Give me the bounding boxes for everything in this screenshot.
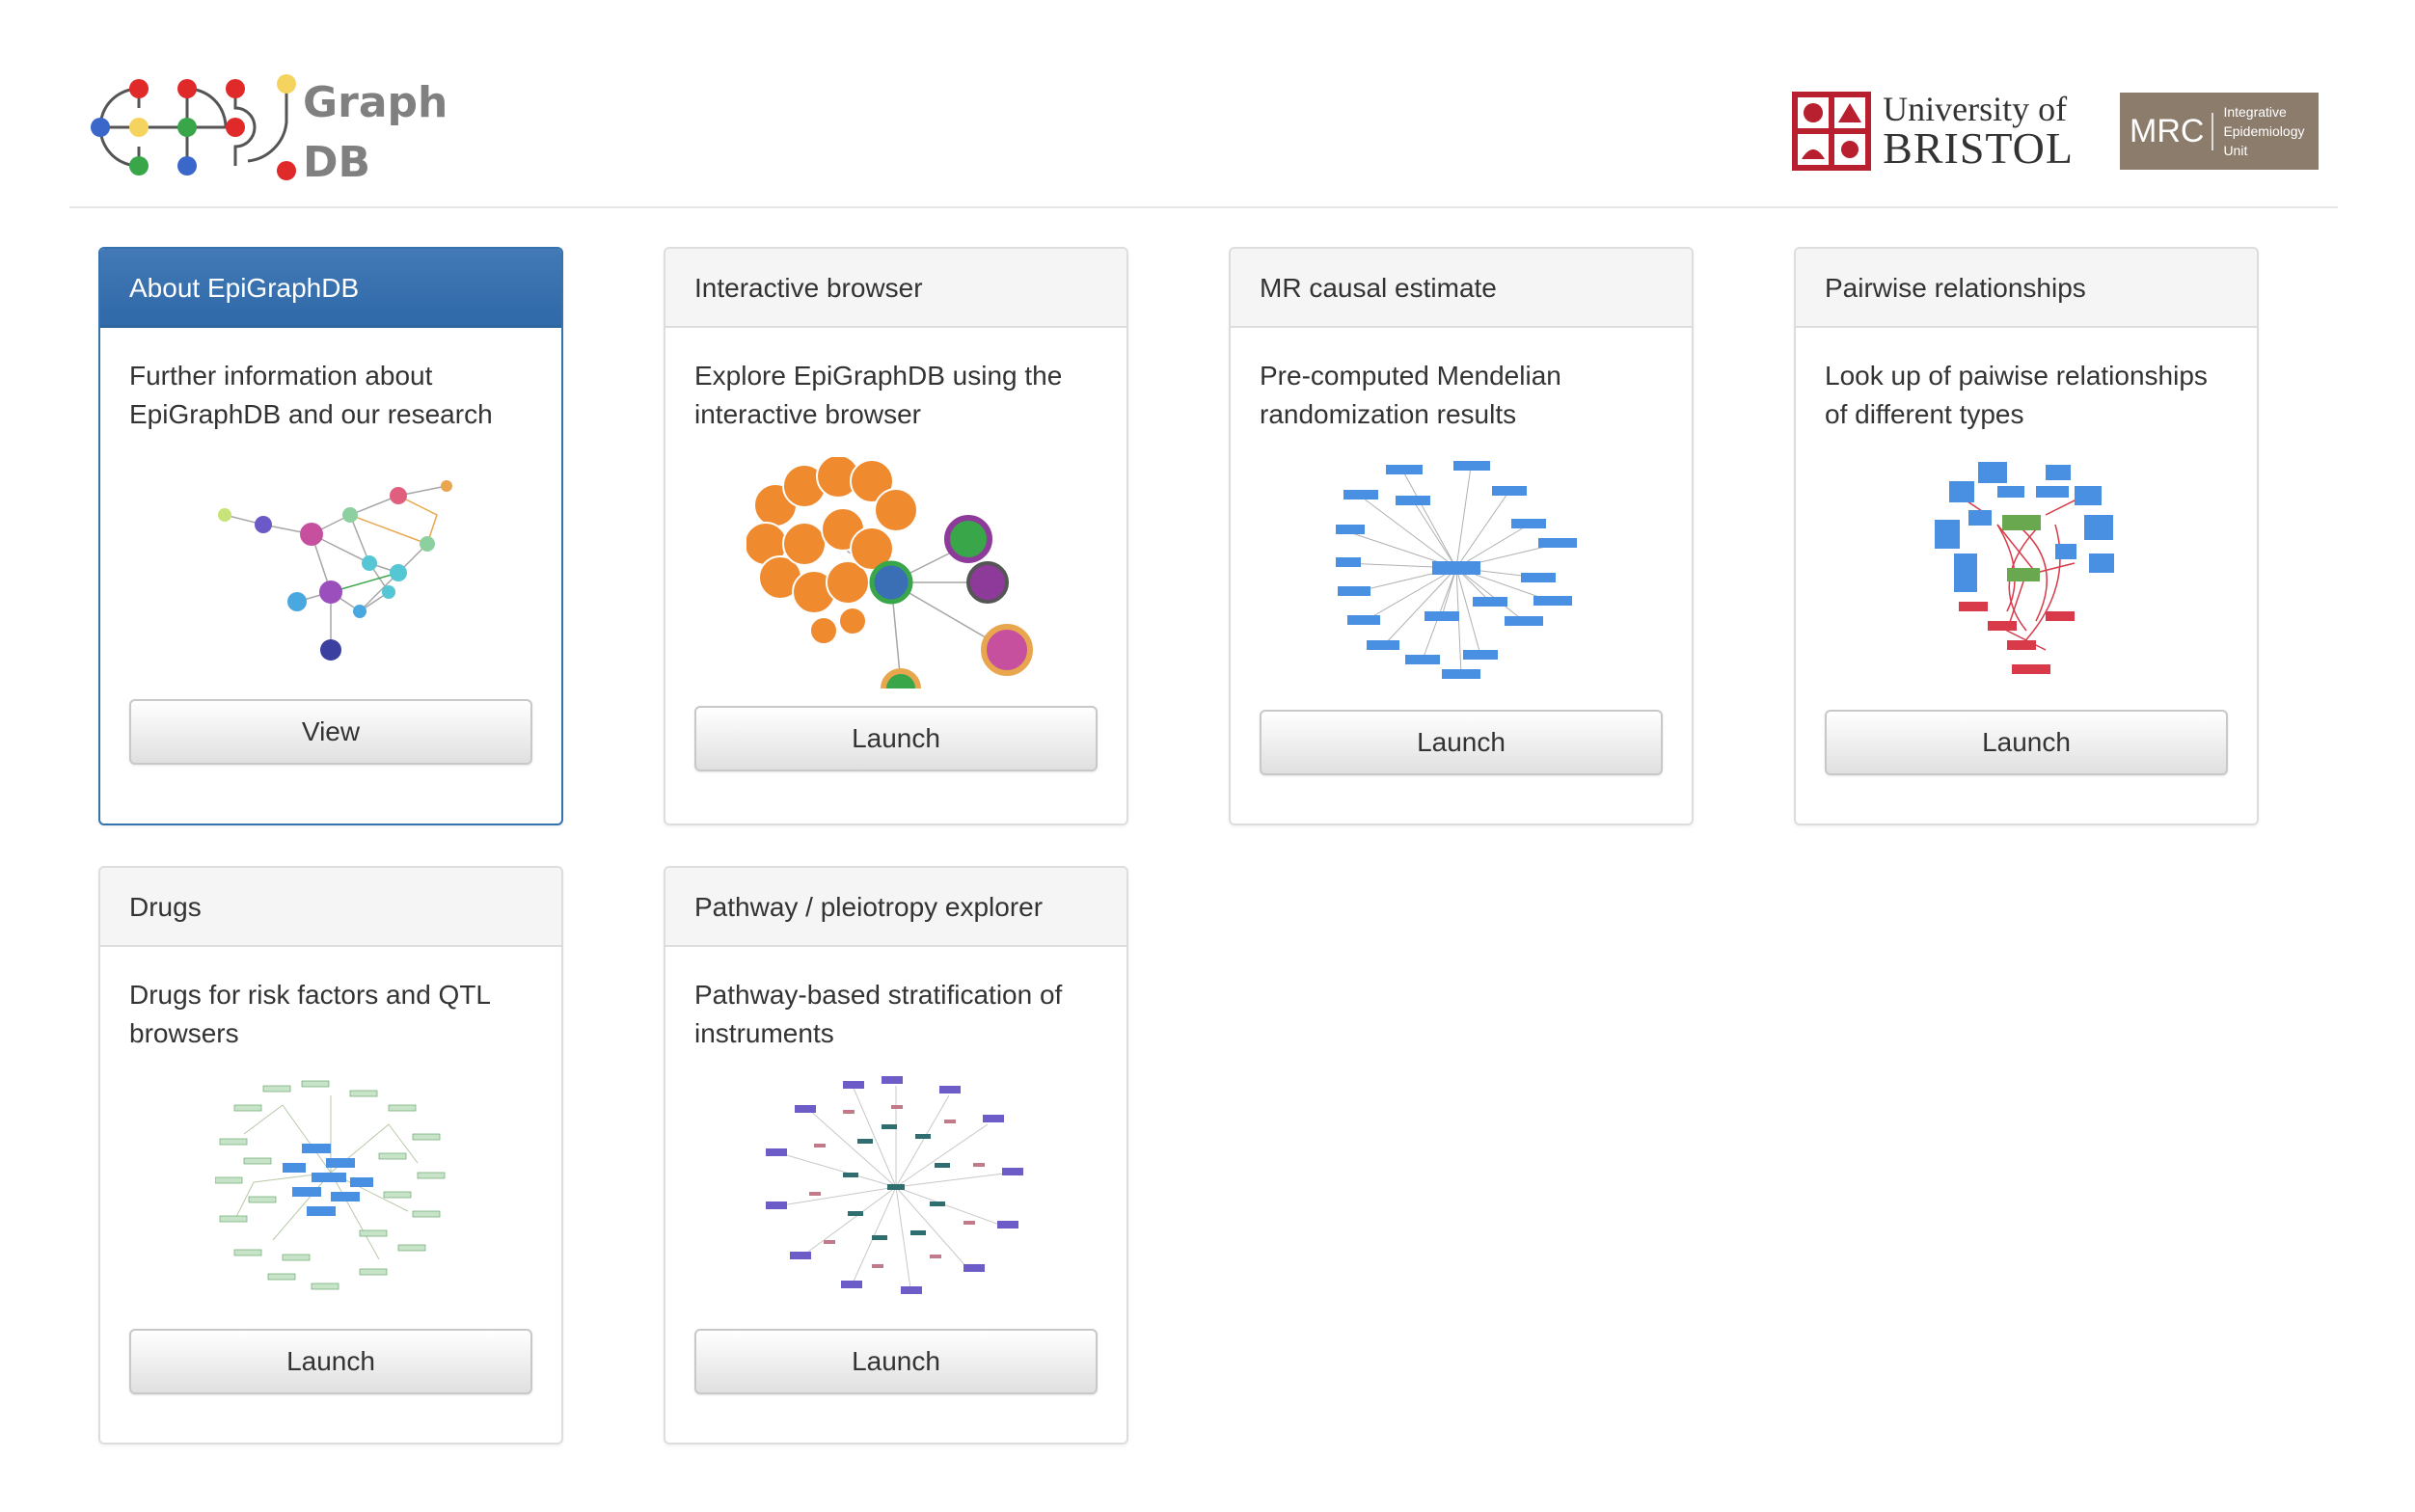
bristol-crest-icon [1792,92,1872,171]
panel-title: MR causal estimate [1231,249,1692,328]
mrc-ieu-logo[interactable]: MRC Integrative Epidemiology Unit [2120,93,2319,170]
logo-text-line2: DB [303,138,371,187]
panel-mr-causal-estimate: MR causal estimate Pre-computed Mendelia… [1229,247,1694,825]
bristol-line2: BRISTOL [1883,123,2074,173]
graph-logo-icon [91,74,296,180]
site-header: Graph DB University of BRISTOL MRC Integ… [69,0,2338,208]
panel-description: Further information about EpiGraphDB and… [129,361,493,429]
network-graph-pairwise-image [1935,462,2114,674]
mrc-unit-name: Integrative Epidemiology Unit [2223,102,2304,160]
network-graph-browser-image [746,457,1033,688]
launch-button[interactable]: Launch [694,1329,1098,1394]
panel-title: About EpiGraphDB [100,249,561,328]
logo-text-line1: Graph [303,78,448,127]
launch-button[interactable]: Launch [129,1329,532,1394]
network-graph-drugs-image [215,1080,446,1290]
panel-title: Pathway / pleiotropy explorer [665,868,1126,947]
panel-title: Drugs [100,868,561,947]
partner-logos: University of BRISTOL MRC Integrative Ep… [1792,91,2319,172]
panel-drugs: Drugs Drugs for risk factors and QTL bro… [98,866,563,1444]
launch-button[interactable]: Launch [1260,710,1663,775]
panel-about: About EpiGraphDB Further information abo… [98,247,563,825]
panel-title: Interactive browser [665,249,1126,328]
panel-description: Pathway-based stratification of instrume… [694,980,1063,1048]
launch-button[interactable]: Launch [694,706,1098,771]
panel-pairwise-relationships: Pairwise relationships Look up of paiwis… [1794,247,2259,825]
panel-description: Look up of paiwise relationships of diff… [1825,361,2208,429]
launch-button[interactable]: Launch [1825,710,2228,775]
panel-interactive-browser: Interactive browser Explore EpiGraphDB u… [664,247,1128,825]
bristol-line1: University of [1883,90,2068,128]
panel-description: Pre-computed Mendelian randomization res… [1260,361,1561,429]
network-graph-pathway-image [766,1076,1023,1294]
epigraphdb-logo[interactable]: Graph DB [79,69,465,195]
network-graph-mr-image [1336,461,1577,679]
panel-title: Pairwise relationships [1796,249,2257,328]
mrc-unit-line3: Unit [2223,143,2248,158]
panel-description: Explore EpiGraphDB using the interactive… [694,361,1063,429]
panel-description: Drugs for risk factors and QTL browsers [129,980,490,1048]
mrc-unit-line1: Integrative [2223,104,2287,120]
bristol-wordmark: University of BRISTOL [1883,92,2074,171]
mrc-wordmark: MRC [2130,112,2214,150]
view-button[interactable]: View [129,699,532,765]
logo-text: Graph DB [303,73,448,193]
university-of-bristol-logo[interactable]: University of BRISTOL [1792,92,2074,171]
network-graph-about-image [218,480,452,661]
mrc-unit-line2: Epidemiology [2223,123,2305,139]
panel-pathway-pleiotropy-explorer: Pathway / pleiotropy explorer Pathway-ba… [664,866,1128,1444]
